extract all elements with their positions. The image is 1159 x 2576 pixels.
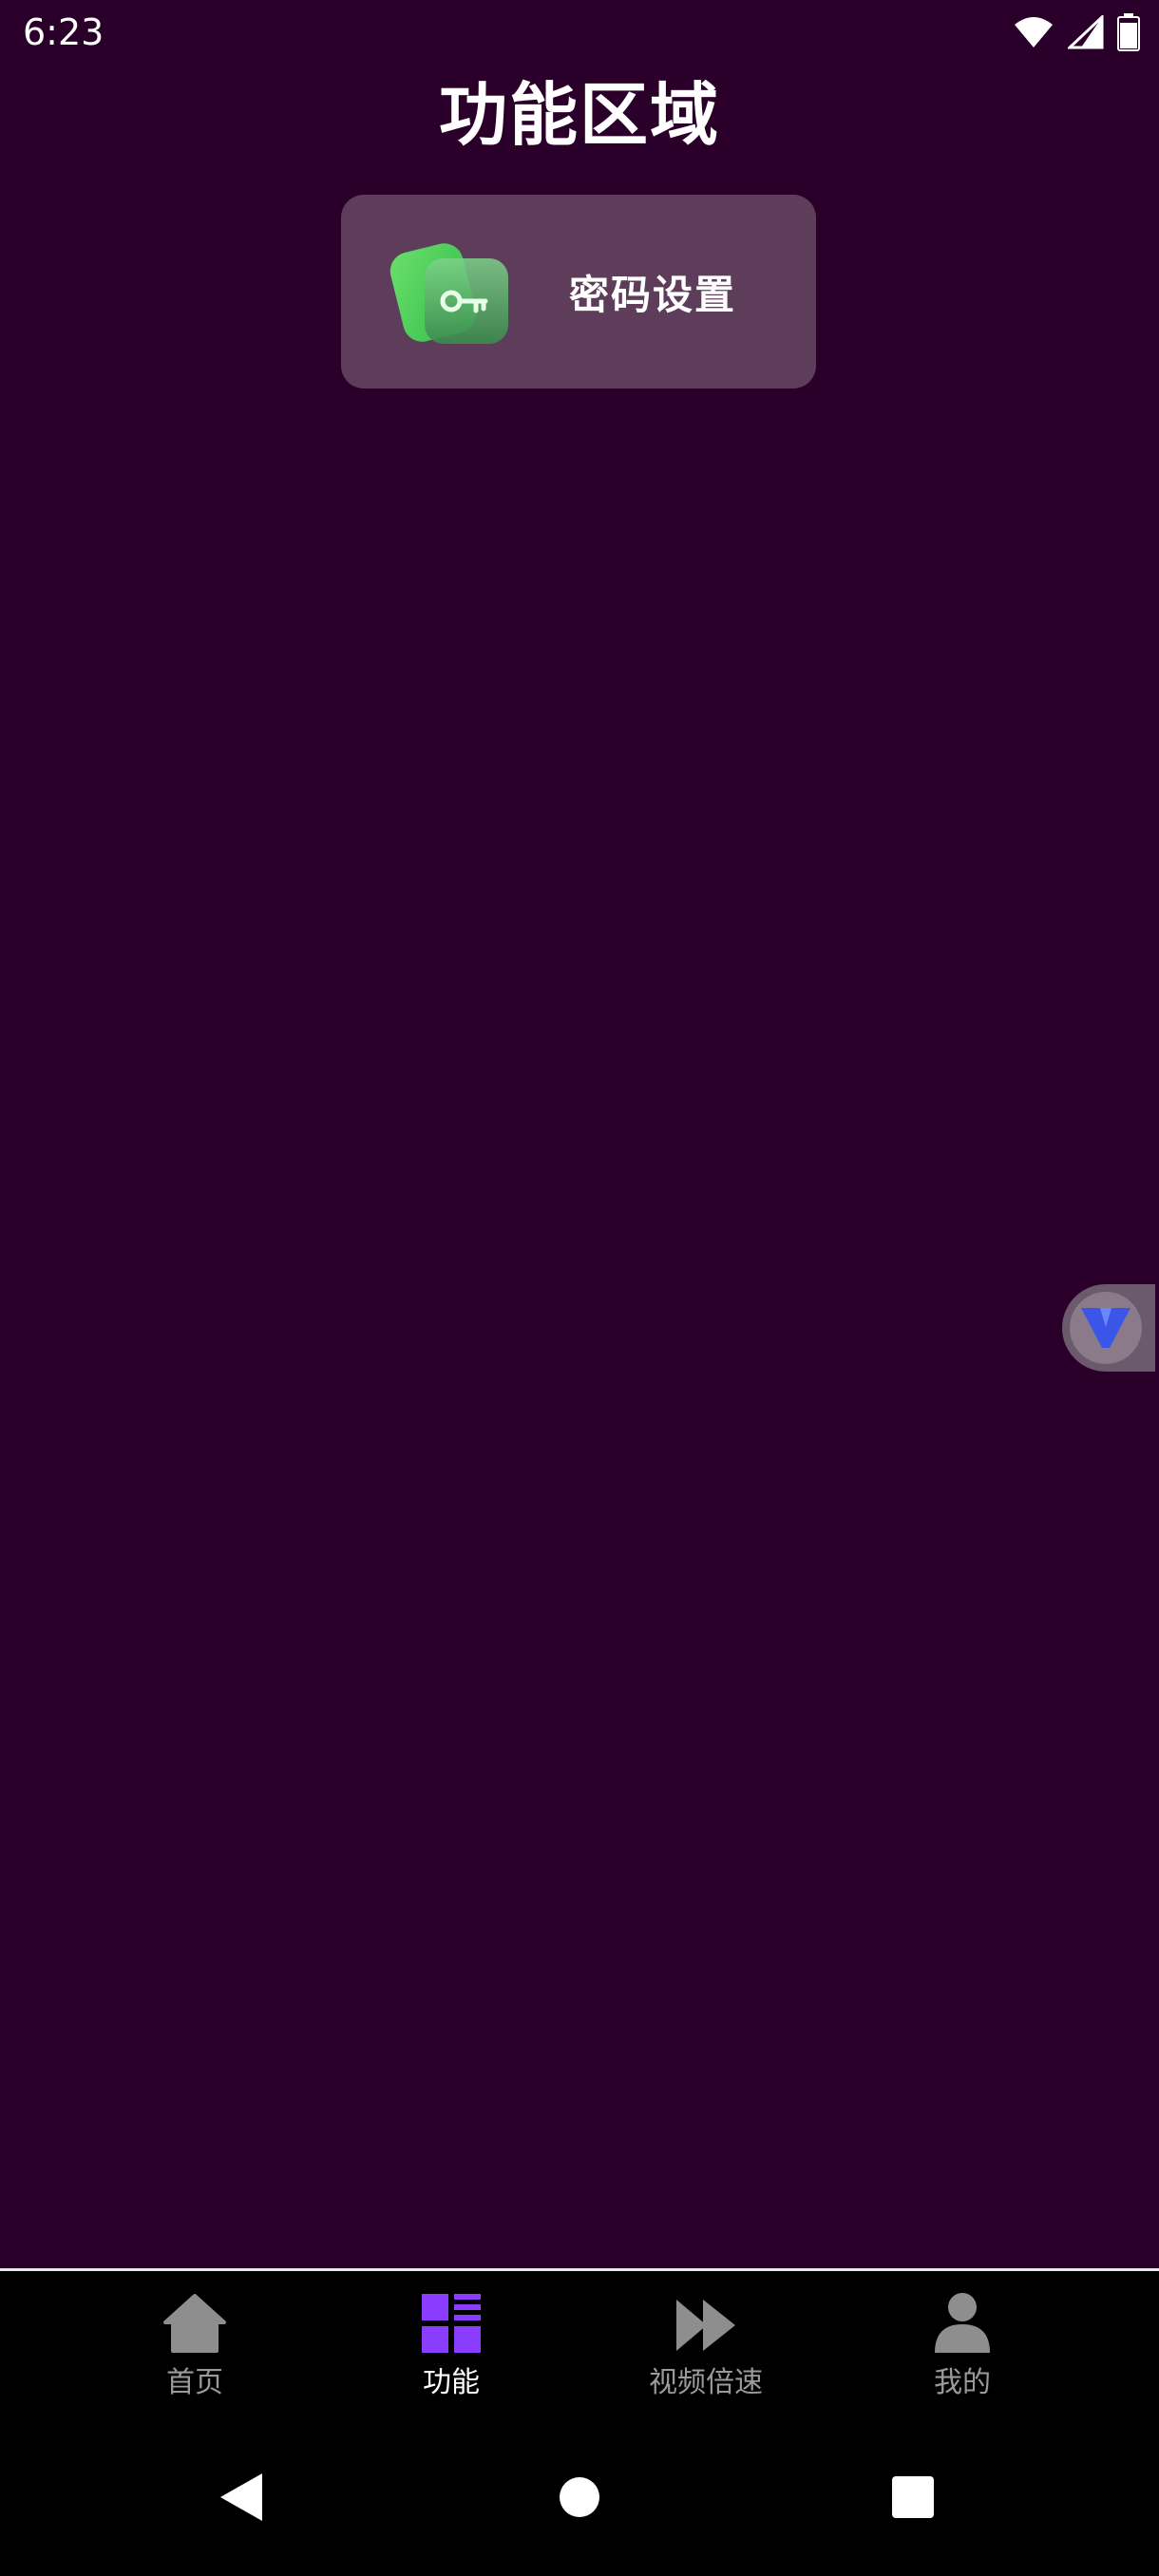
recents-button[interactable] [891, 2472, 935, 2527]
tab-profile[interactable]: 我的 [867, 2290, 1057, 2400]
tab-video-speed[interactable]: 视频倍速 [611, 2290, 801, 2400]
wifi-icon [1015, 17, 1053, 47]
battery-icon [1117, 13, 1140, 51]
back-triangle-icon [220, 2473, 262, 2521]
home-icon [100, 2290, 290, 2353]
tab-home-label: 首页 [166, 2366, 223, 2399]
password-settings-label: 密码设置 [569, 271, 737, 318]
key-icon [389, 230, 512, 353]
feature-grid-icon [356, 2290, 546, 2353]
system-navigation-bar [0, 2424, 1159, 2576]
back-button[interactable] [218, 2472, 264, 2527]
bottom-tab-bar: 首页 功能 视频倍速 我的 [0, 2268, 1159, 2424]
tab-profile-label: 我的 [934, 2366, 991, 2399]
home-circle-icon [560, 2477, 599, 2517]
tab-features-label: 功能 [423, 2366, 480, 2399]
floating-assistant-button[interactable] [1062, 1284, 1155, 1372]
v-logo-icon [1081, 1308, 1130, 1348]
password-settings-card[interactable]: 密码设置 [341, 195, 816, 388]
fast-forward-icon [611, 2290, 801, 2353]
page-title: 功能区域 [438, 75, 720, 155]
recents-square-icon [892, 2476, 934, 2518]
status-time: 6:23 [23, 11, 104, 53]
tab-home[interactable]: 首页 [100, 2290, 290, 2400]
tab-features[interactable]: 功能 [356, 2290, 546, 2400]
person-icon [867, 2290, 1057, 2353]
home-button[interactable] [559, 2472, 600, 2527]
status-icons [1013, 13, 1140, 51]
cellular-signal-icon [1068, 15, 1104, 49]
tab-video-speed-label: 视频倍速 [649, 2366, 763, 2399]
floating-button-inner [1070, 1292, 1142, 1364]
